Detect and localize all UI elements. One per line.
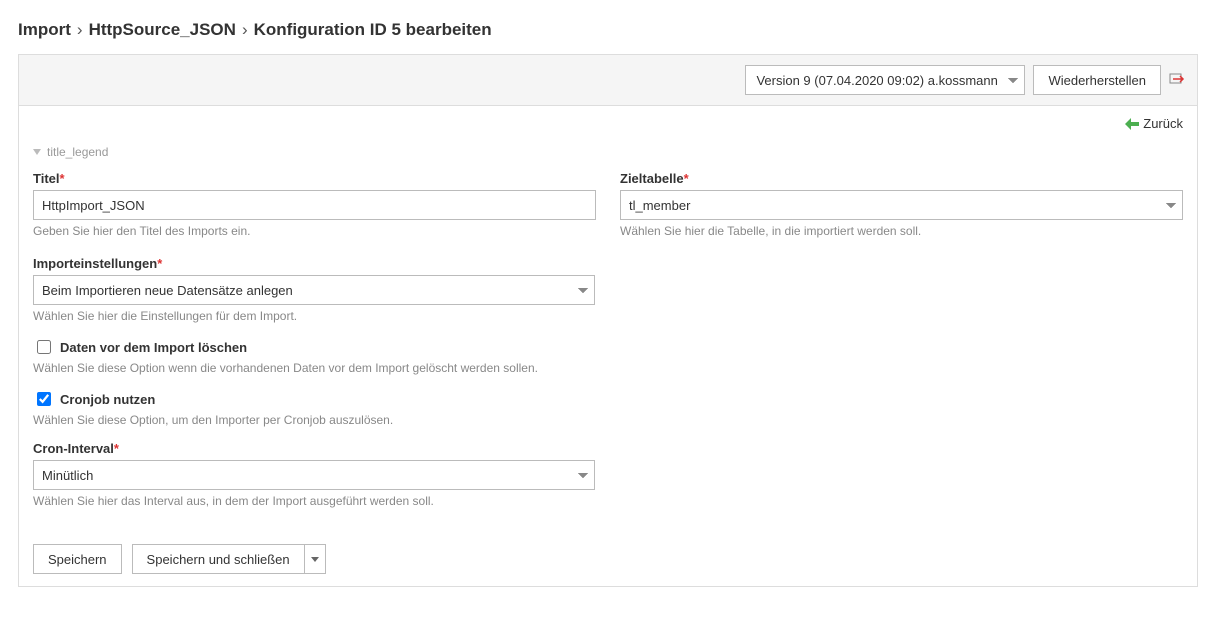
save-close-dropdown[interactable] (304, 544, 326, 574)
panel-footer: Speichern Speichern und schließen (19, 532, 1197, 586)
restore-button[interactable]: Wiederherstellen (1033, 65, 1161, 95)
title-input[interactable] (33, 190, 596, 220)
form-body: Titel* Geben Sie hier den Titel des Impo… (19, 167, 1197, 532)
target-table-label: Zieltabelle* (620, 171, 1183, 186)
save-close-button[interactable]: Speichern und schließen (132, 544, 304, 574)
delete-before-label[interactable]: Daten vor dem Import löschen (60, 340, 247, 355)
legend-toggle[interactable]: title_legend (19, 139, 1197, 167)
cron-interval-label: Cron-Interval* (33, 441, 595, 456)
cron-interval-help: Wählen Sie hier das Interval aus, in dem… (33, 494, 595, 508)
use-cron-checkbox[interactable] (37, 392, 51, 406)
breadcrumb-source[interactable]: HttpSource_JSON (89, 20, 236, 40)
use-cron-label[interactable]: Cronjob nutzen (60, 392, 155, 407)
breadcrumb-root[interactable]: Import (18, 20, 71, 40)
breadcrumb-current: Konfiguration ID 5 bearbeiten (254, 20, 492, 40)
target-table-select[interactable]: tl_member (620, 190, 1183, 220)
version-select[interactable]: Version 9 (07.04.2020 09:02) a.kossmann (745, 65, 1025, 95)
breadcrumb: Import › HttpSource_JSON › Konfiguration… (18, 20, 1198, 40)
import-settings-help: Wählen Sie hier die Einstellungen für de… (33, 309, 595, 323)
cron-interval-select[interactable]: Minütlich (33, 460, 595, 490)
import-settings-select[interactable]: Beim Importieren neue Datensätze anlegen (33, 275, 595, 305)
panel-header: Version 9 (07.04.2020 09:02) a.kossmann … (19, 55, 1197, 106)
breadcrumb-separator: › (242, 20, 248, 40)
title-help: Geben Sie hier den Titel des Imports ein… (33, 224, 596, 238)
delete-before-checkbox[interactable] (37, 340, 51, 354)
breadcrumb-separator: › (77, 20, 83, 40)
legend-title: title_legend (47, 145, 108, 159)
chevron-down-icon (311, 557, 319, 562)
use-cron-help: Wählen Sie diese Option, um den Importer… (33, 413, 1183, 427)
compare-icon[interactable] (1169, 71, 1185, 90)
panel-subheader: Zurück (19, 106, 1197, 139)
back-link[interactable]: Zurück (1125, 116, 1183, 131)
target-table-help: Wählen Sie hier die Tabelle, in die impo… (620, 224, 1183, 238)
delete-before-help: Wählen Sie diese Option wenn die vorhand… (33, 361, 1183, 375)
back-label: Zurück (1143, 116, 1183, 131)
save-button[interactable]: Speichern (33, 544, 122, 574)
edit-panel: Version 9 (07.04.2020 09:02) a.kossmann … (18, 54, 1198, 587)
back-arrow-icon (1125, 118, 1139, 130)
chevron-down-icon (33, 149, 41, 155)
import-settings-label: Importeinstellungen* (33, 256, 595, 271)
title-label: Titel* (33, 171, 596, 186)
